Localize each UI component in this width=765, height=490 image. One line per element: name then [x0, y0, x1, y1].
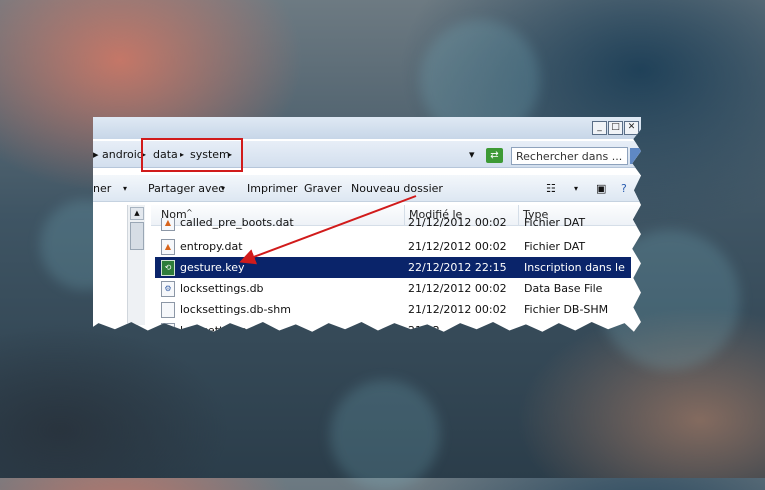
arrow-line	[239, 195, 417, 265]
annotation-arrow	[239, 195, 417, 265]
explorer-screenshot: _ □ ✕ ▸ android ▸ data ▸ system ▸ ▾ ⇄ Re…	[93, 117, 641, 361]
